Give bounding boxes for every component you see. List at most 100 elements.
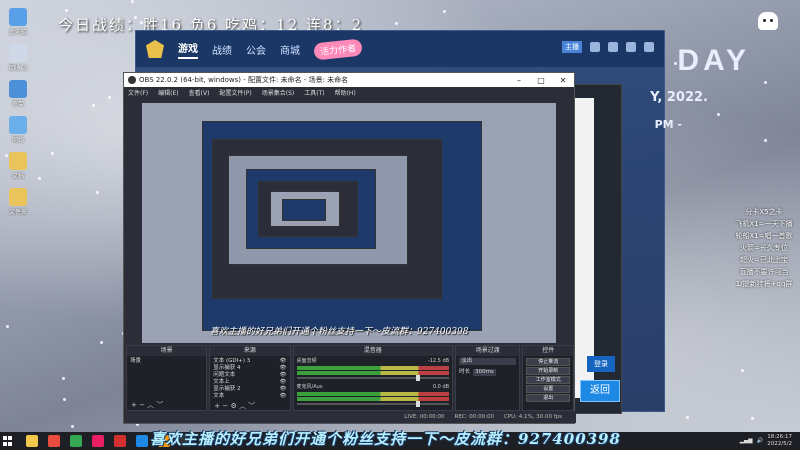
launcher-tab-guild[interactable]: 公会 <box>246 42 266 57</box>
menu-scene-collection[interactable]: 场景集合(S) <box>262 88 295 97</box>
gift-rules-note: 分卡X5之卡 飞机X1=一天下播 轮船X1=唱一首歌 火箭=长久专位 超火=已此… <box>735 208 793 288</box>
launcher-login-button[interactable]: 登录 <box>587 356 615 372</box>
desktop-shortcut[interactable]: 宽带 <box>4 80 32 108</box>
event-day-title: DAY <box>677 44 750 77</box>
shortcut-label: 此电脑 <box>8 29 27 36</box>
sources-list: 文本 (GDI+) 3 👁 显示捕获 4 👁 问题文本 👁 文本上 👁 显示捕获 2 👁 … <box>210 356 289 402</box>
app-red-icon[interactable] <box>48 435 60 447</box>
desktop-shortcut[interactable]: 网络 <box>4 116 32 144</box>
source-item[interactable]: 显示捕获 4 👁 <box>213 365 286 372</box>
volume-icon[interactable]: 🔊 <box>756 438 763 444</box>
launcher-tab-shop[interactable]: 商城 <box>280 42 300 57</box>
obs-preview[interactable] <box>142 103 556 343</box>
clock[interactable]: 18:26:17 2022/5/2 <box>767 434 792 448</box>
desktop-shortcut[interactable]: 文档 <box>4 152 32 180</box>
eye-icon[interactable]: 👁 <box>280 386 287 393</box>
mail-icon[interactable] <box>590 42 600 52</box>
menu-tools[interactable]: 工具(T) <box>304 88 324 97</box>
app-blue-icon[interactable] <box>136 435 148 447</box>
snowflake <box>764 81 767 84</box>
minimize-button[interactable]: – <box>508 76 530 85</box>
menu-view[interactable]: 查看(V) <box>189 88 210 97</box>
shortcut-icon <box>9 116 27 134</box>
snowflake <box>764 139 767 142</box>
snowflake <box>92 104 95 107</box>
eye-icon[interactable]: 👁 <box>280 379 287 386</box>
snowflake <box>751 417 754 420</box>
scene-item[interactable]: 场景 <box>130 358 203 365</box>
eye-icon[interactable]: 👁 <box>280 393 287 400</box>
settings-button[interactable]: 设置 <box>526 385 571 393</box>
source-label: 显示捕获 4 <box>213 365 241 371</box>
eye-icon[interactable]: 👁 <box>280 365 287 372</box>
snowflake <box>717 113 720 116</box>
shortcut-label: 文件夹 <box>8 209 27 216</box>
snowflake <box>96 191 99 194</box>
source-item[interactable]: 问题文本 👁 <box>213 372 286 379</box>
obs-window: OBS 22.0.2 (64-bit, windows) - 配置文件: 未命名… <box>123 72 576 424</box>
snowflake <box>62 377 65 380</box>
app-pink-icon[interactable] <box>92 435 104 447</box>
transitions-dock: 场景过渡 淡出 时长 300ms <box>455 345 521 411</box>
return-button[interactable]: 返回 <box>580 380 620 402</box>
volume-meter <box>296 392 450 396</box>
snowflake <box>395 22 398 25</box>
source-item[interactable]: 显示捕获 2 👁 <box>213 386 286 393</box>
file-explorer-icon[interactable] <box>26 435 38 447</box>
launcher-tab-games[interactable]: 游戏 <box>178 40 198 59</box>
desktop-shortcut[interactable]: 回收站 <box>4 44 32 72</box>
shortcut-label: 网络 <box>11 137 24 144</box>
obs-status-bar: LIVE: 00:00:00 REC: 00:00:00 CPU: 4.1%, … <box>124 411 576 423</box>
network-icon[interactable]: ▂▄▆ <box>740 438 753 444</box>
close-icon[interactable] <box>644 42 654 52</box>
minimize-icon[interactable] <box>626 42 636 52</box>
obs-docks: 场景 场景 + − ︿ ﹀ 来源 文本 (GDI+) 3 👁 显示捕获 4 👁 问题… <box>124 345 576 411</box>
volume-meter <box>296 397 450 401</box>
exit-button[interactable]: 退出 <box>526 394 571 402</box>
menu-file[interactable]: 文件(F) <box>128 88 148 97</box>
stop-streaming-button[interactable]: 停止推流 <box>526 358 571 366</box>
preview-caption: 喜欢主播的好兄弟们开通个粉丝支持一下～皮流群：927400398 <box>210 327 469 337</box>
volume-slider[interactable] <box>296 375 450 381</box>
source-item[interactable]: 文本 (GDI+) 3 👁 <box>213 358 286 365</box>
menu-help[interactable]: 帮助(H) <box>335 88 356 97</box>
desktop-shortcut[interactable]: 文件夹 <box>4 188 32 216</box>
channel-db: 0.0 dB <box>432 384 450 390</box>
source-item[interactable]: 文本上 👁 <box>213 379 286 386</box>
chrome-icon[interactable] <box>70 435 82 447</box>
desktop-shortcut[interactable]: 此电脑 <box>4 8 32 36</box>
source-item[interactable]: 文本 👁 <box>213 393 286 400</box>
transition-select[interactable]: 淡出 <box>459 358 517 365</box>
start-recording-button[interactable]: 开始录制 <box>526 367 571 375</box>
studio-mode-button[interactable]: 工作室模式 <box>526 376 571 384</box>
rec-time: REC: 00:00:00 <box>454 414 494 420</box>
snowflake <box>131 0 134 3</box>
shortcut-icon <box>9 8 27 26</box>
source-label: 文本上 <box>213 379 230 385</box>
launcher-tab-stats[interactable]: 战绩 <box>212 42 232 57</box>
menu-profile[interactable]: 配置文件(P) <box>219 88 251 97</box>
snowflake <box>71 425 74 428</box>
volume-slider[interactable] <box>296 401 450 407</box>
channel-name: 桌面音频 <box>296 358 317 364</box>
settings-icon[interactable] <box>608 42 618 52</box>
duration-input[interactable]: 300ms <box>473 369 496 376</box>
shortcut-icon <box>9 152 27 170</box>
menu-edit[interactable]: 编辑(E) <box>158 88 178 97</box>
sources-dock-title: 来源 <box>210 346 290 356</box>
shortcut-label: 回收站 <box>8 65 27 72</box>
app-red2-icon[interactable] <box>114 435 126 447</box>
maximize-button[interactable]: □ <box>530 76 552 85</box>
close-button[interactable]: ✕ <box>552 76 574 85</box>
scenes-dock-toolbar: + − ︿ ﹀ <box>131 401 164 409</box>
snowflake <box>100 341 103 344</box>
shortcut-icon <box>9 44 27 62</box>
transitions-body: 淡出 时长 300ms <box>456 356 519 410</box>
eye-icon[interactable]: 👁 <box>280 358 287 365</box>
eye-icon[interactable]: 👁 <box>280 372 287 379</box>
nested-preview-frame <box>282 199 326 221</box>
launcher-badge: 活力作者 <box>313 38 363 60</box>
obs-logo-icon <box>128 76 136 84</box>
start-button[interactable] <box>0 432 16 450</box>
desktop: 今日战绩：胜16 负6 吃鸡：12 连8：2 此电脑 回收站 宽带 网络 文档 文件夹 游… <box>0 0 800 432</box>
